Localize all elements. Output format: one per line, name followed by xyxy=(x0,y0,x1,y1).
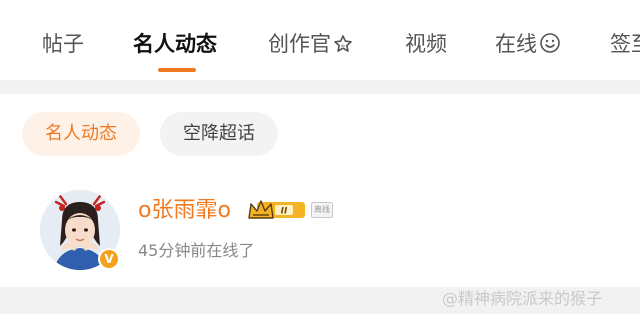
tab-creator-label: 创作官 xyxy=(268,32,331,56)
star-badge-icon: ∞ xyxy=(333,33,353,61)
tab-checkin[interactable]: 签至 xyxy=(610,30,640,58)
tab-video[interactable]: 视频 xyxy=(405,30,447,58)
active-tab-indicator xyxy=(158,68,196,72)
top-tab-bar: 帖子 名人动态 创作官 ∞ 视频 在线 签至 xyxy=(0,0,640,80)
tab-online[interactable]: 在线 xyxy=(495,30,561,61)
tab-creator[interactable]: 创作官 ∞ xyxy=(268,30,353,61)
crown-level-badge-icon[interactable]: II xyxy=(247,199,307,221)
tab-posts[interactable]: 帖子 xyxy=(42,30,84,58)
username-link[interactable]: o张雨霏o xyxy=(138,196,231,226)
verified-badge-icon: V xyxy=(98,248,120,270)
filter-chip-celebrity[interactable]: 名人动态 xyxy=(22,112,140,156)
tab-online-label: 在线 xyxy=(495,32,537,56)
svg-text:∞: ∞ xyxy=(341,43,346,50)
status-badge: 离线 xyxy=(311,202,333,218)
smiley-icon xyxy=(539,32,561,61)
level-badge-text: II xyxy=(281,207,288,217)
section-divider xyxy=(0,80,640,94)
user-avatar-container[interactable]: V xyxy=(40,190,120,270)
watermark-text: @精神病院派来的猴子 xyxy=(442,289,603,308)
filter-chip-airdrop-topic[interactable]: 空降超话 xyxy=(160,112,278,156)
tab-celebrity-updates[interactable]: 名人动态 xyxy=(133,30,217,58)
last-seen-text: 45分钟前在线了 xyxy=(138,241,255,260)
